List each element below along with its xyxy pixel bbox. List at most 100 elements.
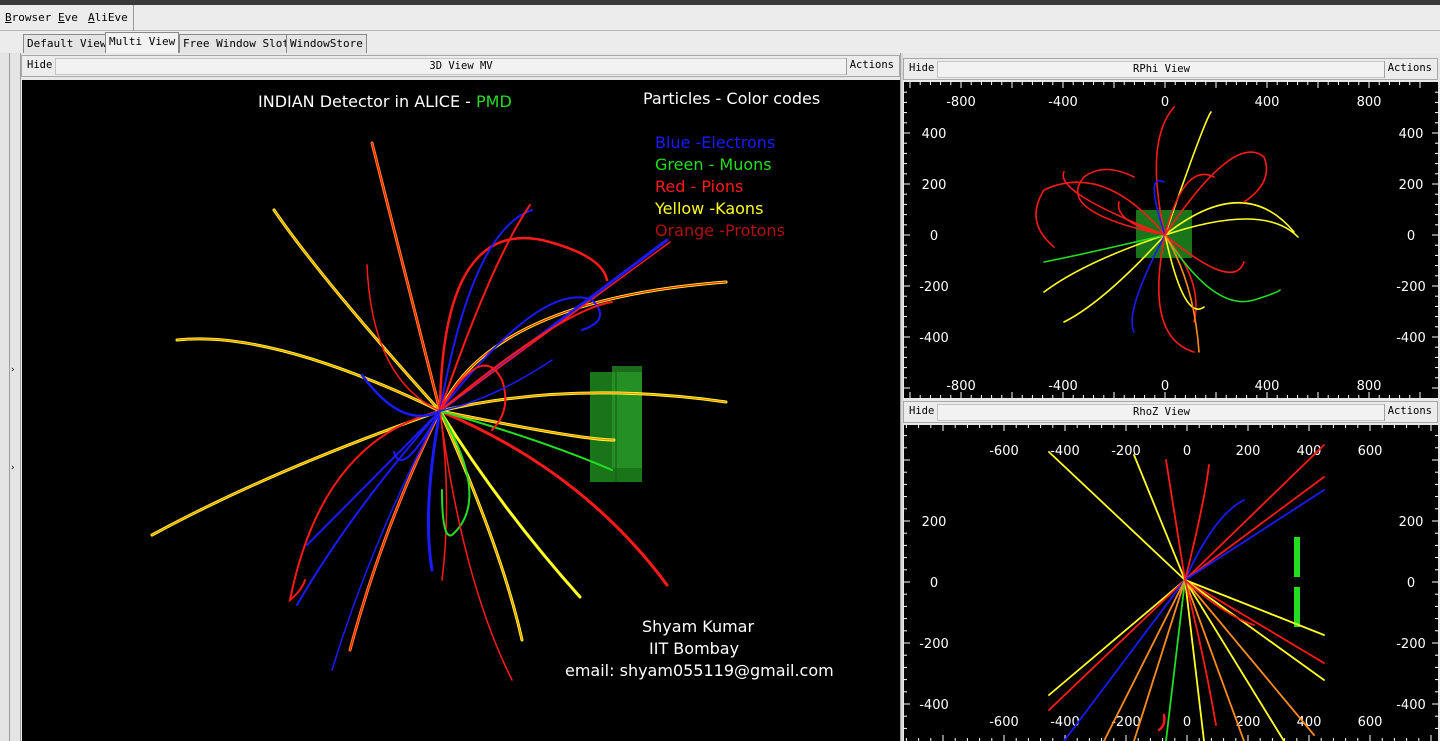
rhoz-x-tick-label: 0 xyxy=(1183,715,1191,730)
rphi-y-tick-label: 0 xyxy=(1407,229,1415,244)
particle-track xyxy=(1184,444,1325,581)
rhoz-y-tick-label: -400 xyxy=(919,698,949,713)
legend-kaons: Yellow -Kaons xyxy=(655,199,764,218)
rhoz-x-tick-label: -600 xyxy=(989,715,1019,730)
particle-track xyxy=(176,338,441,412)
particle-track xyxy=(439,410,613,471)
tab-windowstore[interactable]: WindowStore xyxy=(286,34,367,53)
tab-bar: E Default View Multi View Free Window Sl… xyxy=(0,31,1440,79)
rphi-x-tick-label: -400 xyxy=(1048,95,1078,110)
view3d-hide-button[interactable]: Hide xyxy=(24,58,57,75)
pmd-detector xyxy=(1294,587,1300,627)
particle-track xyxy=(1184,476,1325,581)
credit-institute: IIT Bombay xyxy=(649,639,740,658)
menu-bar: Browser Eve AliEve xyxy=(0,5,1440,31)
particle-track xyxy=(1165,459,1186,581)
tab-default-view[interactable]: Default View xyxy=(23,34,111,53)
rhoz-y-tick-label: 200 xyxy=(1399,515,1424,530)
rphi-toolbar: Hide RPhi View Actions xyxy=(903,58,1438,80)
rphi-hide-button[interactable]: Hide xyxy=(906,61,939,78)
rphi-y-tick-label: 400 xyxy=(1399,127,1424,142)
rphi-y-tick-label: -200 xyxy=(919,280,949,295)
rhoz-x-tick-label: -200 xyxy=(1111,444,1141,459)
rhoz-y-tick-label: -200 xyxy=(919,637,949,652)
rhoz-y-tick-label: 0 xyxy=(1407,576,1415,591)
vertical-splitter[interactable] xyxy=(900,53,903,741)
rphi-x-tick-label: 0 xyxy=(1161,379,1169,394)
rphi-x-tick-label: 400 xyxy=(1255,95,1280,110)
particle-track xyxy=(1103,579,1186,741)
rphi-x-tick-label: -400 xyxy=(1048,379,1078,394)
particle-track xyxy=(306,410,441,546)
particle-track xyxy=(438,409,582,599)
particle-track xyxy=(175,337,442,413)
particle-track xyxy=(438,236,609,413)
pmd-detector xyxy=(1294,537,1300,577)
tab-free-window-slot[interactable]: Free Window Slot xyxy=(179,34,293,53)
particle-track xyxy=(439,204,531,412)
rhoz-y-tick-label: -200 xyxy=(1396,637,1426,652)
legend-protons: Orange -Protons xyxy=(655,221,785,240)
rhoz-y-tick-label: 0 xyxy=(930,576,938,591)
particle-track xyxy=(1157,713,1166,732)
left-splitter-line xyxy=(9,53,10,741)
rphi-plot: -800 -800 -400 -400 0 0 400 400 800 800 400 400 200 2… xyxy=(904,82,1438,398)
rphi-y-tick-label: 200 xyxy=(1399,178,1424,193)
particle-track xyxy=(150,409,442,537)
particle-track xyxy=(439,410,513,681)
rphi-y-tick-label: -400 xyxy=(919,331,949,346)
particle-track xyxy=(1184,579,1325,681)
expand-arrow-icon[interactable]: › xyxy=(11,463,15,473)
particle-track xyxy=(1184,464,1210,581)
view3d-canvas[interactable]: INDIAN Detector in ALICE - PMD Particles… xyxy=(22,80,900,741)
particle-track xyxy=(438,409,616,442)
rhoz-x-tick-label: 0 xyxy=(1183,444,1191,459)
credit-name: Shyam Kumar xyxy=(642,617,755,636)
rphi-x-tick-label: 800 xyxy=(1357,379,1382,394)
rhoz-y-tick-label: -400 xyxy=(1396,698,1426,713)
particle-track xyxy=(349,410,441,651)
particle-track xyxy=(439,301,613,412)
legend-muons: Green - Muons xyxy=(655,155,772,174)
view3d-heading-pmd: PMD xyxy=(476,92,512,111)
rphi-x-tick-label: -800 xyxy=(946,379,976,394)
rphi-x-tick-label: 800 xyxy=(1357,95,1382,110)
legend-pions: Red - Pions xyxy=(655,177,744,196)
rhoz-actions-button[interactable]: Actions xyxy=(1383,404,1435,421)
particle-track xyxy=(348,409,442,652)
rphi-y-tick-label: 0 xyxy=(930,229,938,244)
particle-track xyxy=(1048,451,1186,581)
particle-track xyxy=(439,410,471,537)
rhoz-x-tick-label: -600 xyxy=(989,444,1019,459)
rphi-y-tick-label: -400 xyxy=(1396,331,1426,346)
rphi-actions-button[interactable]: Actions xyxy=(1383,61,1435,78)
menu-browser[interactable]: Browser xyxy=(5,11,51,24)
expand-arrow-icon[interactable]: › xyxy=(11,365,15,375)
rhoz-plot: -600-600-400-400-200-2000020020040040060… xyxy=(904,425,1438,741)
particle-track xyxy=(1184,489,1325,581)
left-collapsed-panel[interactable]: › › xyxy=(0,53,21,741)
rhoz-toolbar: Hide RhoZ View Actions xyxy=(903,401,1438,423)
rhoz-x-tick-label: 200 xyxy=(1236,444,1261,459)
menu-eve[interactable]: Eve xyxy=(58,11,78,24)
particle-track xyxy=(1184,579,1325,636)
credit-email: email: shyam055119@gmail.com xyxy=(565,661,834,680)
rphi-x-tick-label: 0 xyxy=(1161,95,1169,110)
rhoz-hide-button[interactable]: Hide xyxy=(906,404,939,421)
view3d-title[interactable]: 3D View MV xyxy=(55,58,867,75)
rphi-canvas[interactable]: -800 -800 -400 -400 0 0 400 400 800 800 400 400 200 2… xyxy=(904,82,1438,398)
menu-alieve[interactable]: AliEve xyxy=(88,11,128,24)
particle-track xyxy=(1133,454,1186,581)
view3d-actions-button[interactable]: Actions xyxy=(845,58,897,75)
rphi-title[interactable]: RPhi View xyxy=(937,61,1386,78)
tab-multi-view[interactable]: Multi View xyxy=(105,32,180,53)
rhoz-title[interactable]: RhoZ View xyxy=(937,404,1386,421)
rhoz-canvas[interactable]: -600 -600 -400 -400 -200 -200 0 0 200 200 400 400 60… xyxy=(904,425,1438,741)
rphi-y-tick-label: 200 xyxy=(922,178,947,193)
rhoz-y-tick-label: 200 xyxy=(922,515,947,530)
rhoz-x-tick-label: 600 xyxy=(1358,715,1383,730)
particle-track xyxy=(151,410,441,536)
rphi-y-tick-label: -200 xyxy=(1396,280,1426,295)
particle-track xyxy=(366,264,441,412)
particle-track xyxy=(1184,579,1325,664)
